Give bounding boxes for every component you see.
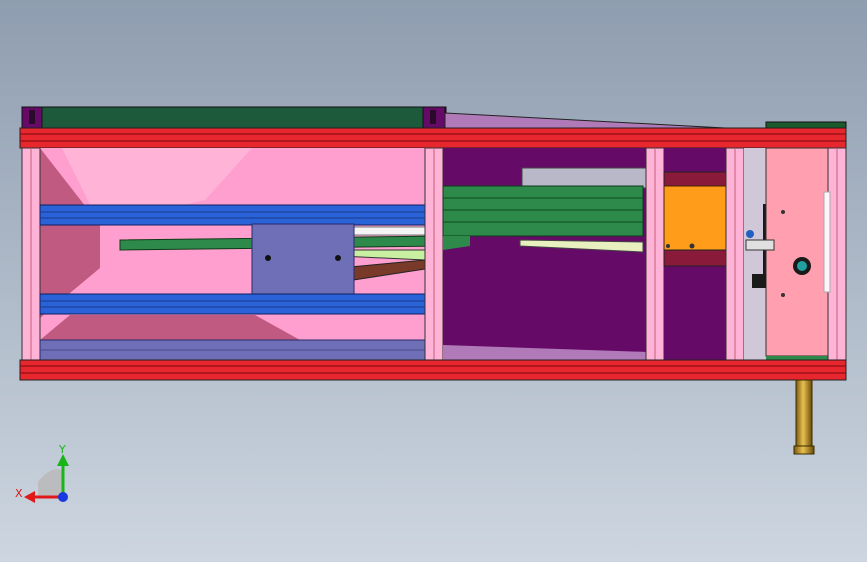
upper-blue-guide-rail[interactable] [39, 204, 426, 226]
end-cap-hole-top [781, 210, 785, 214]
left-perspective-face-bottom [40, 315, 300, 340]
cover-bolt-right [430, 110, 436, 124]
z-axis-dot-icon [58, 492, 68, 502]
light-bracket[interactable] [745, 239, 775, 251]
orange-block-screw-2 [666, 244, 670, 248]
end-cap-slot [823, 191, 831, 293]
brass-fitting[interactable] [795, 379, 813, 455]
top-frame-rail[interactable] [19, 127, 847, 149]
end-cap-pink-panel[interactable] [765, 147, 829, 357]
slider-block-hole-left [265, 255, 271, 261]
maroon-cap-top[interactable] [663, 171, 727, 187]
maroon-cap-bottom[interactable] [663, 249, 727, 267]
slider-block-hole-right [335, 255, 341, 261]
end-cap-hole-bottom [781, 293, 785, 297]
brass-fitting-collar [793, 445, 815, 455]
y-axis-label: Y [58, 443, 66, 456]
top-cover-plate[interactable] [21, 106, 447, 130]
sensor-port-inner [797, 261, 807, 271]
assembly-drawing[interactable]: Y X [0, 0, 867, 562]
cad-graphics-viewport[interactable]: Y X [0, 0, 867, 562]
x-axis-label: X [15, 487, 23, 500]
green-guide-assembly[interactable] [442, 185, 644, 237]
bracket-bolt-icon [746, 230, 754, 238]
orange-block-screw [689, 243, 695, 249]
end-cap-backplate [744, 148, 766, 360]
end-cap-pink-panel-lower [766, 356, 828, 360]
center-gray-window [521, 167, 649, 189]
bottom-frame-rail[interactable] [19, 359, 847, 381]
cover-bolt-left [29, 110, 35, 124]
bracket-black-block [752, 274, 766, 288]
white-spacer [351, 226, 427, 236]
orange-block[interactable] [663, 185, 727, 251]
lower-blue-guide-rail[interactable] [39, 293, 426, 315]
